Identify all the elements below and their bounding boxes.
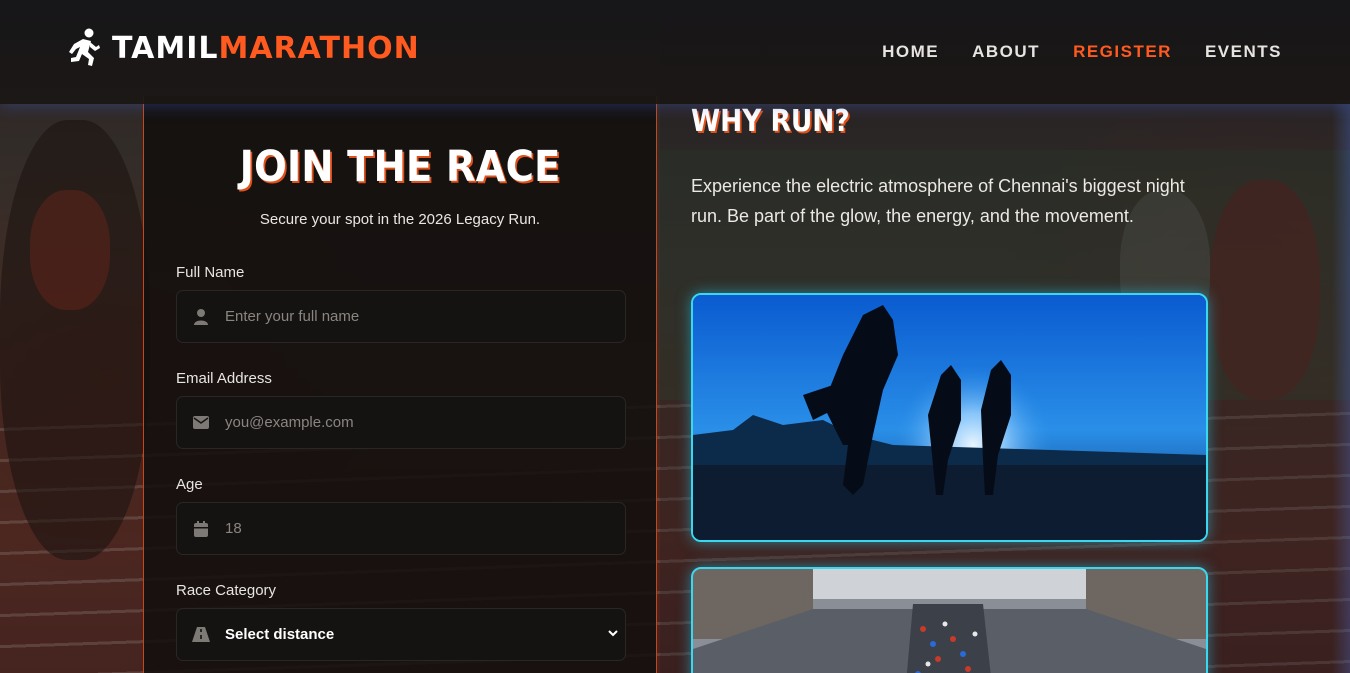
email-placeholder: you@example.com xyxy=(225,414,354,431)
age-placeholder: 18 xyxy=(225,520,242,537)
background-glow xyxy=(1332,100,1350,673)
race-category-select[interactable]: Select distance xyxy=(176,608,626,661)
age-input[interactable]: 18 xyxy=(176,502,626,555)
registration-card: JOIN THE RACE Secure your spot in the 20… xyxy=(143,96,657,673)
road-icon xyxy=(177,627,225,642)
nav-about[interactable]: ABOUT xyxy=(972,42,1040,62)
age-label: Age xyxy=(176,476,203,493)
race-category-selected: Select distance xyxy=(225,626,335,643)
nav-home[interactable]: HOME xyxy=(882,42,939,62)
calendar-icon xyxy=(177,520,225,537)
form-subtitle: Secure your spot in the 2026 Legacy Run. xyxy=(259,211,541,228)
nav-menu: HOME ABOUT REGISTER EVENTS xyxy=(882,42,1282,62)
marathon-crowd-image xyxy=(693,569,1206,673)
form-title: JOIN THE RACE xyxy=(239,142,561,192)
runner-icon xyxy=(69,28,100,66)
email-label: Email Address xyxy=(176,370,272,387)
navbar: TAMILMARATHON HOME ABOUT REGISTER EVENTS xyxy=(0,0,1350,104)
night-run-photo xyxy=(691,293,1208,542)
full-name-label: Full Name xyxy=(176,264,245,281)
nav-register[interactable]: REGISTER xyxy=(1073,42,1172,62)
full-name-input[interactable]: Enter your full name xyxy=(176,290,626,343)
brand-logo[interactable]: TAMILMARATHON xyxy=(66,28,420,68)
race-category-label: Race Category xyxy=(176,582,277,599)
envelope-icon xyxy=(177,416,225,429)
night-runners-image xyxy=(693,295,1206,540)
brand-name-part1: TAMIL xyxy=(112,30,219,66)
full-name-placeholder: Enter your full name xyxy=(225,308,360,325)
user-icon xyxy=(177,308,225,325)
brand-name-part2: MARATHON xyxy=(218,30,420,66)
why-run-heading: WHY RUN? xyxy=(691,104,850,139)
nav-events[interactable]: EVENTS xyxy=(1205,42,1282,62)
chevron-down-icon xyxy=(608,630,618,637)
why-run-description: Experience the electric atmosphere of Ch… xyxy=(691,176,1185,226)
email-input[interactable]: you@example.com xyxy=(176,396,626,449)
marathon-crowd-photo xyxy=(691,567,1208,673)
